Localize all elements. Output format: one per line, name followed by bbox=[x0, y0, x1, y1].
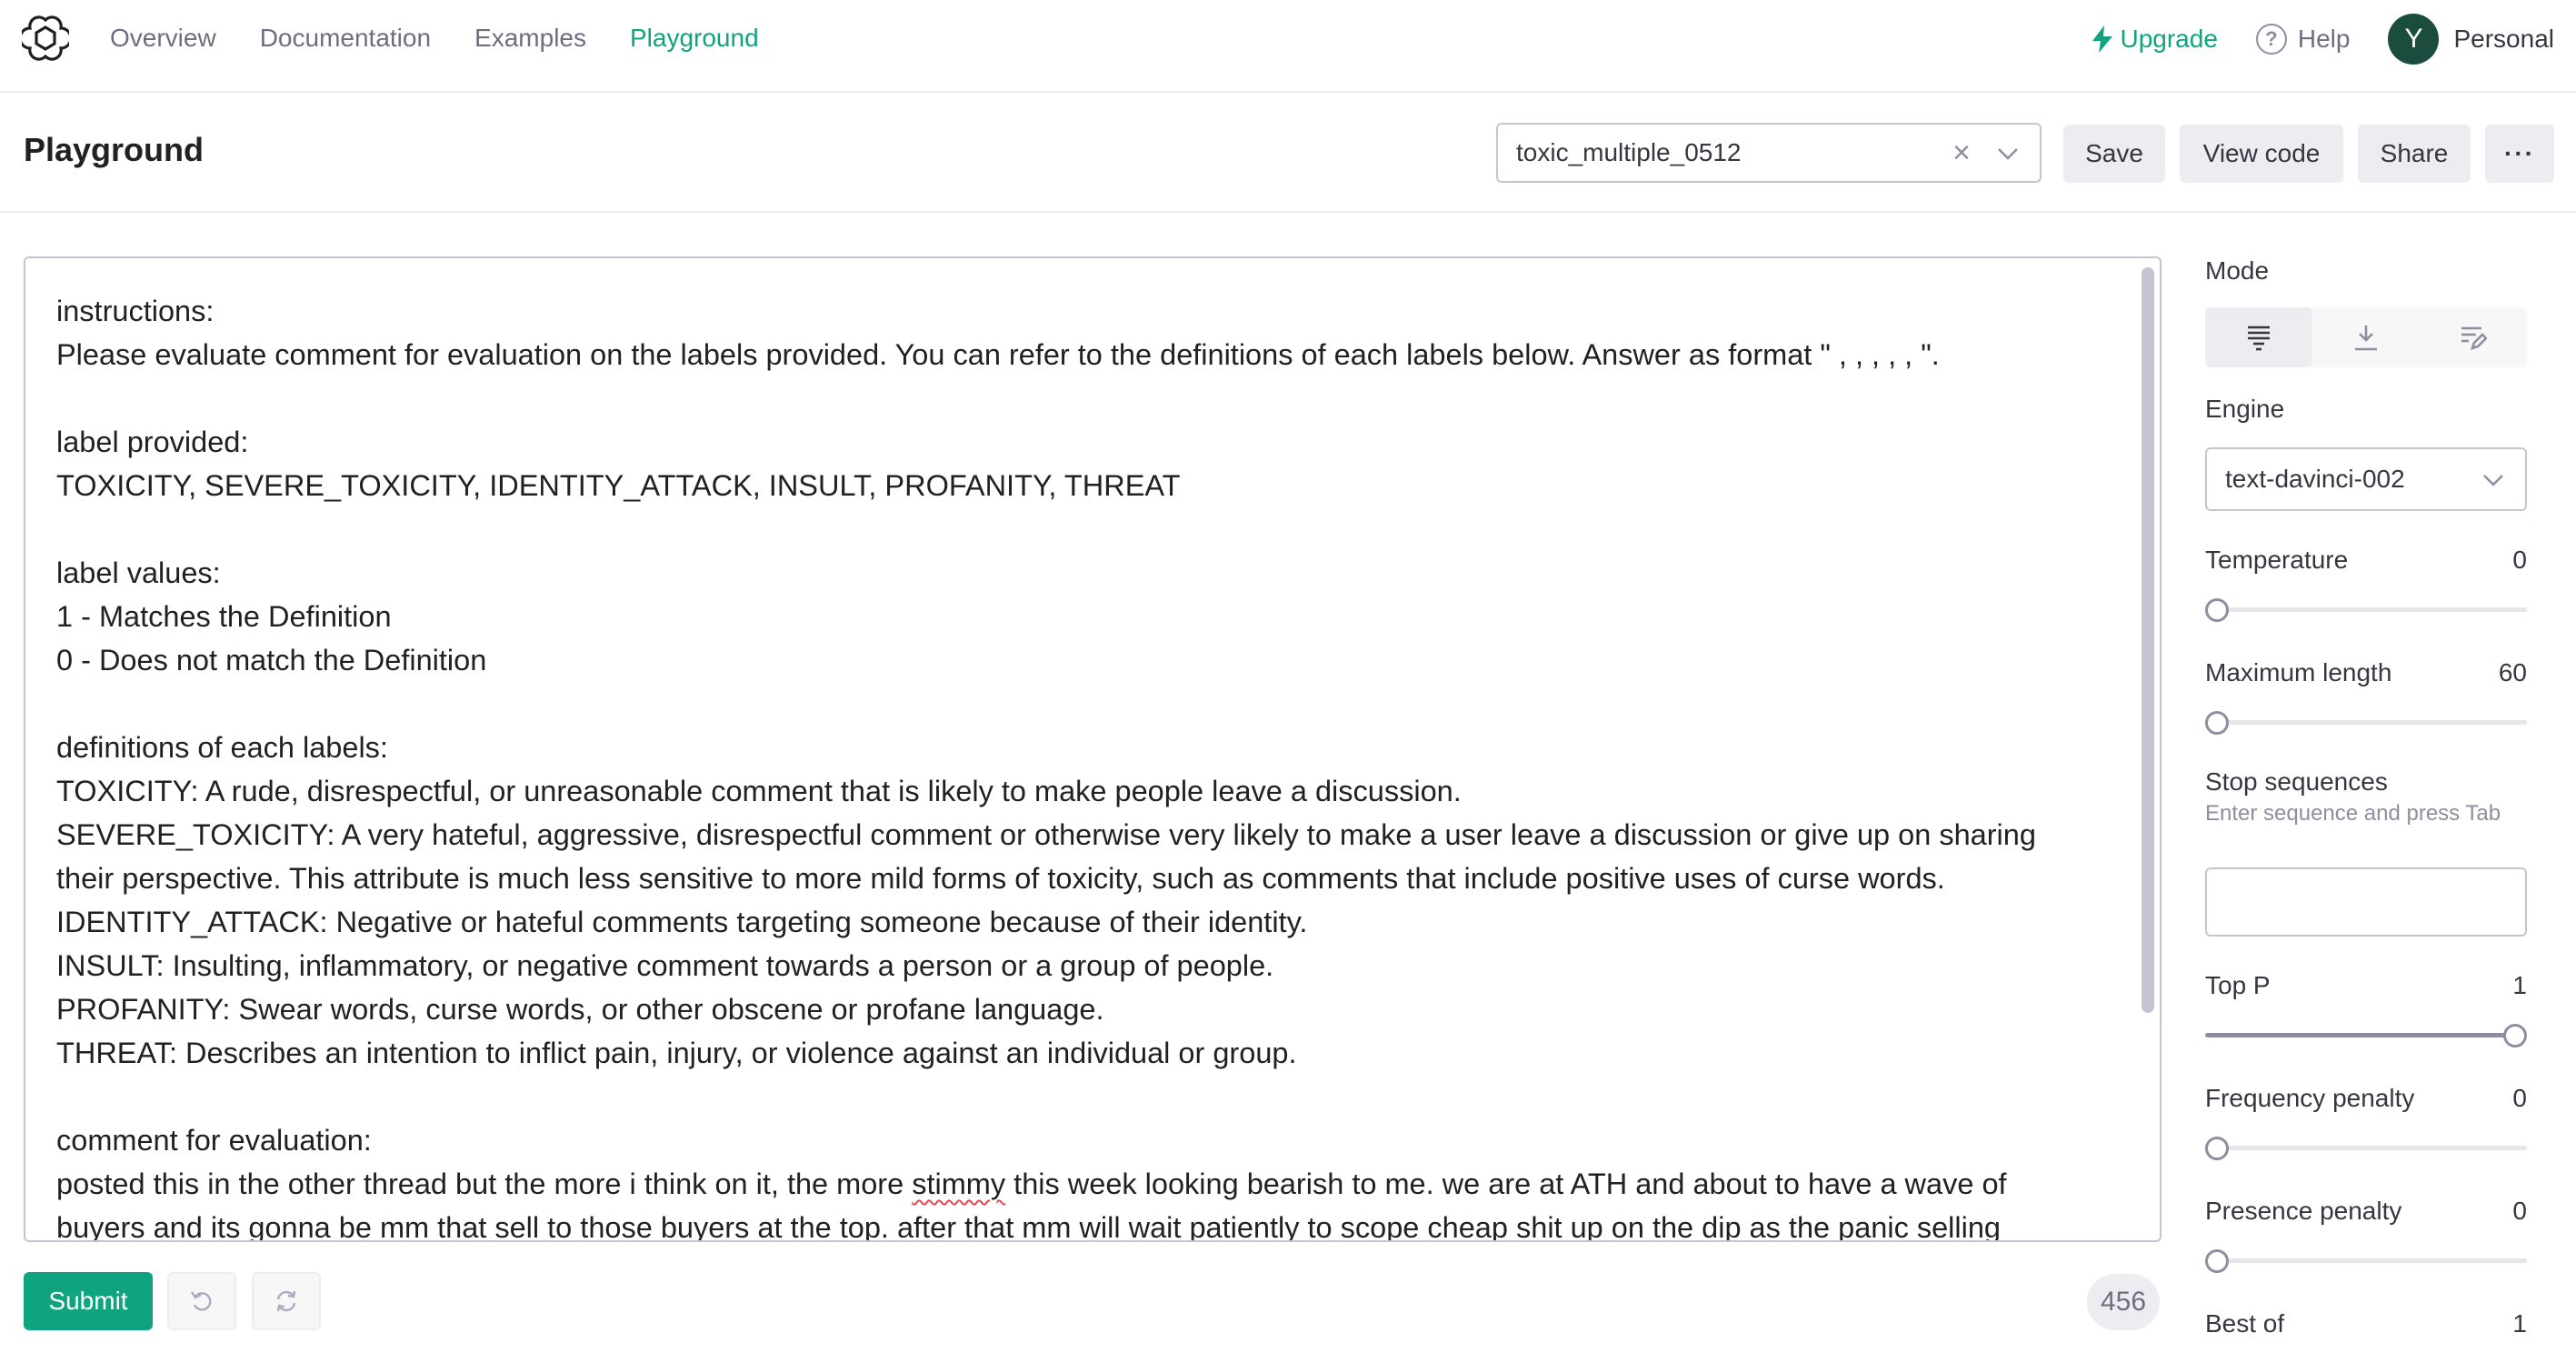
slider-thumb[interactable] bbox=[2205, 1137, 2229, 1160]
best-of-label: Best of bbox=[2205, 1309, 2285, 1338]
presence-penalty-slider[interactable] bbox=[2205, 1249, 2527, 1273]
prompt-line bbox=[56, 1075, 2092, 1118]
prompt-line: TOXICITY, SEVERE_TOXICITY, IDENTITY_ATTA… bbox=[56, 469, 1181, 502]
prompt-editor[interactable]: instructions: Please evaluate comment for… bbox=[24, 256, 2162, 1242]
nav-playground[interactable]: Playground bbox=[630, 24, 759, 53]
prompt-line: label provided: bbox=[56, 426, 249, 458]
prompt-line: their perspective. This attribute is muc… bbox=[56, 862, 1945, 895]
mode-label: Mode bbox=[2205, 256, 2270, 285]
frequency-penalty-value[interactable]: 0 bbox=[2512, 1084, 2527, 1113]
help-link[interactable]: ? Help bbox=[2255, 24, 2351, 55]
top-p-slider[interactable] bbox=[2205, 1024, 2527, 1047]
upgrade-link[interactable]: Upgrade bbox=[2092, 25, 2218, 54]
nav-documentation[interactable]: Documentation bbox=[260, 24, 431, 53]
lightning-icon bbox=[2092, 25, 2113, 53]
prompt-line: TOXICITY: A rude, disrespectful, or unre… bbox=[56, 775, 1462, 807]
save-button[interactable]: Save bbox=[2063, 125, 2165, 183]
prompt-line: 0 - Does not match the Definition bbox=[56, 644, 487, 676]
view-code-button[interactable]: View code bbox=[2180, 125, 2343, 183]
comment-text: posted this in the other thread but the … bbox=[56, 1168, 913, 1200]
misspelled-word[interactable]: stimmy bbox=[912, 1168, 1005, 1200]
undo-icon bbox=[191, 1291, 212, 1311]
prompt-line: SEVERE_TOXICITY: A very hateful, aggress… bbox=[56, 818, 2036, 851]
mode-insert-button[interactable] bbox=[2312, 307, 2420, 367]
prompt-line: PROFANITY: Swear words, curse words, or … bbox=[56, 993, 1104, 1026]
help-label: Help bbox=[2297, 25, 2351, 53]
prompt-line bbox=[56, 376, 2092, 420]
playground-header: Playground toxic_multiple_0512 × Save Vi… bbox=[0, 93, 2576, 213]
chevron-down-icon bbox=[2483, 475, 2503, 486]
upgrade-label: Upgrade bbox=[2120, 25, 2218, 53]
regenerate-button[interactable] bbox=[252, 1272, 321, 1330]
max-length-label: Maximum length bbox=[2205, 658, 2392, 687]
presence-penalty-value[interactable]: 0 bbox=[2512, 1197, 2527, 1226]
stop-sequences-input[interactable] bbox=[2205, 867, 2527, 937]
temperature-value[interactable]: 0 bbox=[2512, 546, 2527, 575]
max-length-value[interactable]: 60 bbox=[2499, 658, 2527, 687]
slider-thumb[interactable] bbox=[2205, 711, 2229, 735]
prompt-line bbox=[56, 682, 2092, 726]
temperature-slider[interactable] bbox=[2205, 598, 2527, 622]
comment-line: posted this in the other thread but the … bbox=[56, 1162, 2092, 1206]
nav-examples[interactable]: Examples bbox=[474, 24, 586, 53]
prompt-line: Please evaluate comment for evaluation o… bbox=[56, 338, 1940, 371]
comment-text: this week looking bearish to me. we are … bbox=[1005, 1168, 2007, 1200]
prompt-line: label values: bbox=[56, 556, 221, 589]
prompt-line: IDENTITY_ATTACK: Negative or hateful com… bbox=[56, 906, 1308, 938]
presence-penalty-label: Presence penalty bbox=[2205, 1197, 2402, 1225]
clear-icon[interactable]: × bbox=[1952, 135, 1971, 171]
chevron-down-icon[interactable] bbox=[1994, 139, 2022, 166]
editor-scrollbar-thumb[interactable] bbox=[2142, 267, 2154, 1013]
share-button[interactable]: Share bbox=[2358, 125, 2471, 183]
frequency-penalty-label: Frequency penalty bbox=[2205, 1084, 2415, 1112]
top-p-label: Top P bbox=[2205, 971, 2271, 999]
frequency-penalty-slider[interactable] bbox=[2205, 1137, 2527, 1160]
stop-sequences-label: Stop sequences bbox=[2205, 767, 2388, 796]
submit-button[interactable]: Submit bbox=[24, 1272, 153, 1330]
page-title: Playground bbox=[24, 131, 205, 168]
mode-complete-button[interactable] bbox=[2205, 307, 2312, 367]
prompt-text[interactable]: instructions: Please evaluate comment for… bbox=[56, 289, 2092, 1242]
comment-line: buyers and its gonna be mm that sell to … bbox=[56, 1211, 2001, 1242]
prompt-line: 1 - Matches the Definition bbox=[56, 600, 392, 633]
avatar[interactable]: Y bbox=[2388, 14, 2440, 65]
preset-value: toxic_multiple_0512 bbox=[1516, 138, 1742, 166]
slider-thumb[interactable] bbox=[2205, 598, 2229, 622]
more-options-button[interactable]: ··· bbox=[2485, 125, 2554, 183]
stop-sequences-hint: Enter sequence and press Tab bbox=[2205, 801, 2501, 826]
mode-edit-button[interactable] bbox=[2420, 307, 2527, 367]
help-icon: ? bbox=[2255, 24, 2287, 55]
preset-select[interactable]: toxic_multiple_0512 × bbox=[1496, 123, 2042, 183]
top-p-value[interactable]: 1 bbox=[2512, 971, 2527, 1000]
mode-selector[interactable] bbox=[2205, 307, 2527, 367]
edit-mode-icon bbox=[2461, 326, 2487, 351]
prompt-line: INSULT: Insulting, inflammatory, or nega… bbox=[56, 949, 1274, 982]
engine-select[interactable]: text-davinci-002 bbox=[2205, 447, 2527, 511]
slider-thumb[interactable] bbox=[2503, 1024, 2527, 1047]
prompt-line: comment for evaluation: bbox=[56, 1124, 372, 1157]
undo-button[interactable] bbox=[167, 1272, 236, 1330]
prompt-line bbox=[56, 507, 2092, 551]
slider-thumb[interactable] bbox=[2205, 1249, 2229, 1273]
prompt-line: instructions: bbox=[56, 295, 215, 327]
top-navigation: Overview Documentation Examples Playgrou… bbox=[0, 0, 2576, 93]
prompt-line: THREAT: Describes an intention to inflic… bbox=[56, 1037, 1297, 1069]
openai-logo-icon[interactable] bbox=[22, 15, 69, 62]
nav-overview[interactable]: Overview bbox=[110, 24, 216, 53]
account-name[interactable]: Personal bbox=[2453, 25, 2554, 54]
engine-label: Engine bbox=[2205, 395, 2285, 423]
best-of-value[interactable]: 1 bbox=[2512, 1309, 2527, 1338]
refresh-icon bbox=[276, 1290, 296, 1312]
max-length-slider[interactable] bbox=[2205, 711, 2527, 735]
token-count-badge: 456 bbox=[2087, 1274, 2160, 1330]
insert-mode-icon bbox=[2355, 326, 2377, 351]
complete-mode-icon bbox=[2248, 326, 2270, 351]
prompt-line: definitions of each labels: bbox=[56, 731, 388, 764]
engine-value: text-davinci-002 bbox=[2225, 465, 2405, 493]
temperature-label: Temperature bbox=[2205, 546, 2349, 574]
